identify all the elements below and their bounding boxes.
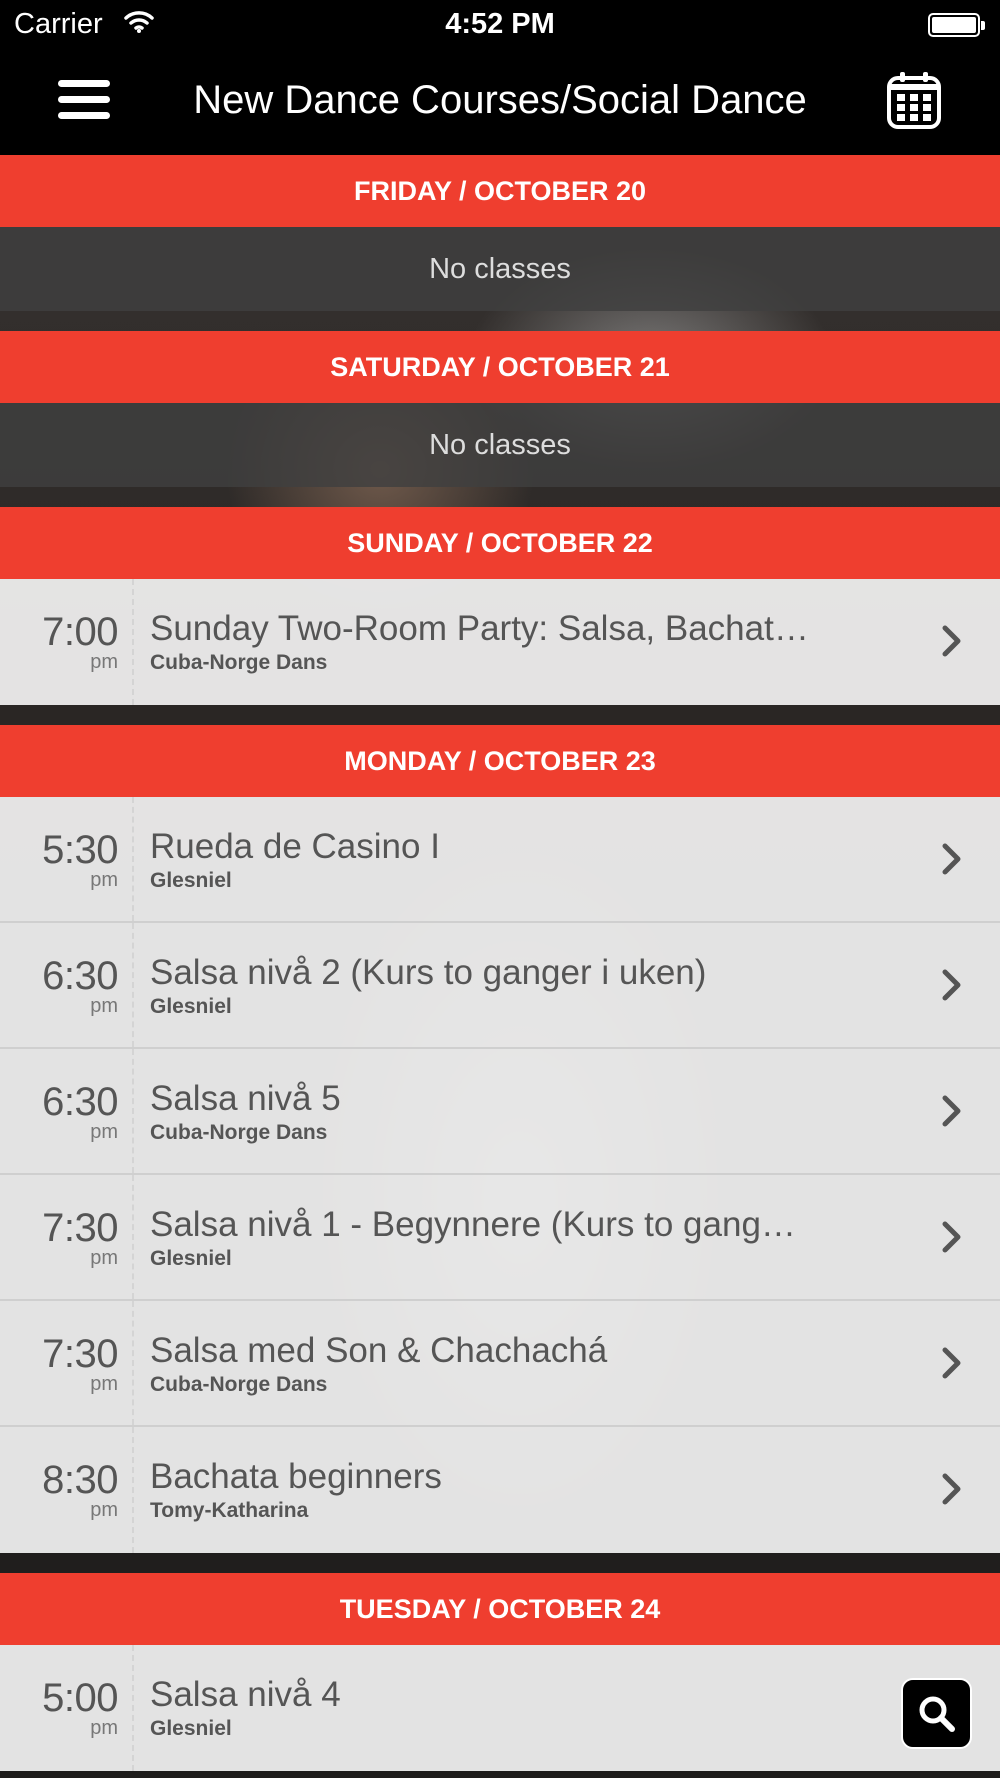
status-time: 4:52 PM [445, 8, 555, 40]
hamburger-menu-icon[interactable] [58, 80, 110, 124]
class-list: 5:00 pm Salsa nivå 4 Glesniel [0, 1645, 1000, 1771]
class-title: Sunday Two-Room Party: Salsa, Bachat… [150, 609, 809, 648]
class-row[interactable]: 6:30 pm Salsa nivå 2 (Kurs to ganger i u… [0, 923, 1000, 1049]
search-icon [919, 1696, 955, 1732]
day-header-friday: FRIDAY / OCTOBER 20 [0, 155, 1000, 227]
class-title: Salsa med Son & Chachachá [150, 1331, 608, 1370]
no-classes-message: No classes [0, 227, 1000, 311]
class-time: 7:00 [42, 610, 118, 654]
status-bar: Carrier 4:52 PM [0, 0, 1000, 52]
class-row[interactable]: 8:30 pm Bachata beginners Tomy-Katharina [0, 1427, 1000, 1553]
class-ampm: pm [90, 869, 118, 891]
day-header-saturday: SATURDAY / OCTOBER 21 [0, 331, 1000, 403]
schedule-list: FRIDAY / OCTOBER 20 No classes SATURDAY … [0, 155, 1000, 1771]
time-column: 8:30 pm [0, 1427, 134, 1553]
class-time: 6:30 [42, 1080, 118, 1124]
class-time: 7:30 [42, 1206, 118, 1250]
battery-icon [928, 13, 985, 37]
class-time: 5:00 [42, 1676, 118, 1720]
class-row[interactable]: 7:00 pm Sunday Two-Room Party: Salsa, Ba… [0, 579, 1000, 705]
chevron-right-icon [942, 969, 961, 1001]
chevron-right-icon [942, 1347, 961, 1379]
time-column: 7:30 pm [0, 1301, 134, 1425]
time-column: 6:30 pm [0, 923, 134, 1047]
class-time: 6:30 [42, 954, 118, 998]
no-classes-message: No classes [0, 403, 1000, 487]
class-row[interactable]: 5:00 pm Salsa nivå 4 Glesniel [0, 1645, 1000, 1771]
class-instructor: Glesniel [150, 1717, 232, 1740]
class-row[interactable]: 5:30 pm Rueda de Casino I Glesniel [0, 797, 1000, 923]
class-row[interactable]: 7:30 pm Salsa nivå 1 - Begynnere (Kurs t… [0, 1175, 1000, 1301]
class-title: Salsa nivå 1 - Begynnere (Kurs to gang… [150, 1205, 796, 1244]
chevron-right-icon [942, 1095, 961, 1127]
class-list: 5:30 pm Rueda de Casino I Glesniel 6:30 … [0, 797, 1000, 1553]
class-time: 5:30 [42, 828, 118, 872]
time-column: 6:30 pm [0, 1049, 134, 1173]
day-header-tuesday: TUESDAY / OCTOBER 24 [0, 1573, 1000, 1645]
class-ampm: pm [90, 1373, 118, 1395]
class-instructor: Tomy-Katharina [150, 1499, 309, 1522]
time-column: 5:00 pm [0, 1645, 134, 1771]
class-title: Rueda de Casino I [150, 827, 440, 866]
chevron-right-icon [942, 1473, 961, 1505]
class-row[interactable]: 7:30 pm Salsa med Son & Chachachá Cuba-N… [0, 1301, 1000, 1427]
time-column: 7:00 pm [0, 579, 134, 705]
class-ampm: pm [90, 1247, 118, 1269]
chevron-right-icon [942, 625, 961, 657]
class-title: Salsa nivå 5 [150, 1079, 341, 1118]
class-row[interactable]: 6:30 pm Salsa nivå 5 Cuba-Norge Dans [0, 1049, 1000, 1175]
class-ampm: pm [90, 1717, 118, 1739]
day-header-monday: MONDAY / OCTOBER 23 [0, 725, 1000, 797]
time-column: 7:30 pm [0, 1175, 134, 1299]
calendar-icon[interactable] [886, 70, 942, 130]
search-button[interactable] [901, 1678, 972, 1749]
class-instructor: Glesniel [150, 1247, 232, 1270]
class-instructor: Cuba-Norge Dans [150, 1373, 328, 1396]
class-instructor: Glesniel [150, 869, 232, 892]
class-ampm: pm [90, 1499, 118, 1521]
time-column: 5:30 pm [0, 797, 134, 921]
class-time: 8:30 [42, 1458, 118, 1502]
class-instructor: Cuba-Norge Dans [150, 1121, 328, 1144]
class-title: Bachata beginners [150, 1457, 442, 1496]
page-title: New Dance Courses/Social Dance [193, 78, 807, 122]
class-time: 7:30 [42, 1332, 118, 1376]
chevron-right-icon [942, 1221, 961, 1253]
navigation-bar: New Dance Courses/Social Dance [0, 52, 1000, 155]
class-ampm: pm [90, 1121, 118, 1143]
day-header-sunday: SUNDAY / OCTOBER 22 [0, 507, 1000, 579]
class-instructor: Glesniel [150, 995, 232, 1018]
chevron-right-icon [942, 843, 961, 875]
class-list: 7:00 pm Sunday Two-Room Party: Salsa, Ba… [0, 579, 1000, 705]
class-title: Salsa nivå 2 (Kurs to ganger i uken) [150, 953, 707, 992]
class-ampm: pm [90, 995, 118, 1017]
class-instructor: Cuba-Norge Dans [150, 651, 328, 674]
class-ampm: pm [90, 651, 118, 673]
class-title: Salsa nivå 4 [150, 1675, 341, 1714]
